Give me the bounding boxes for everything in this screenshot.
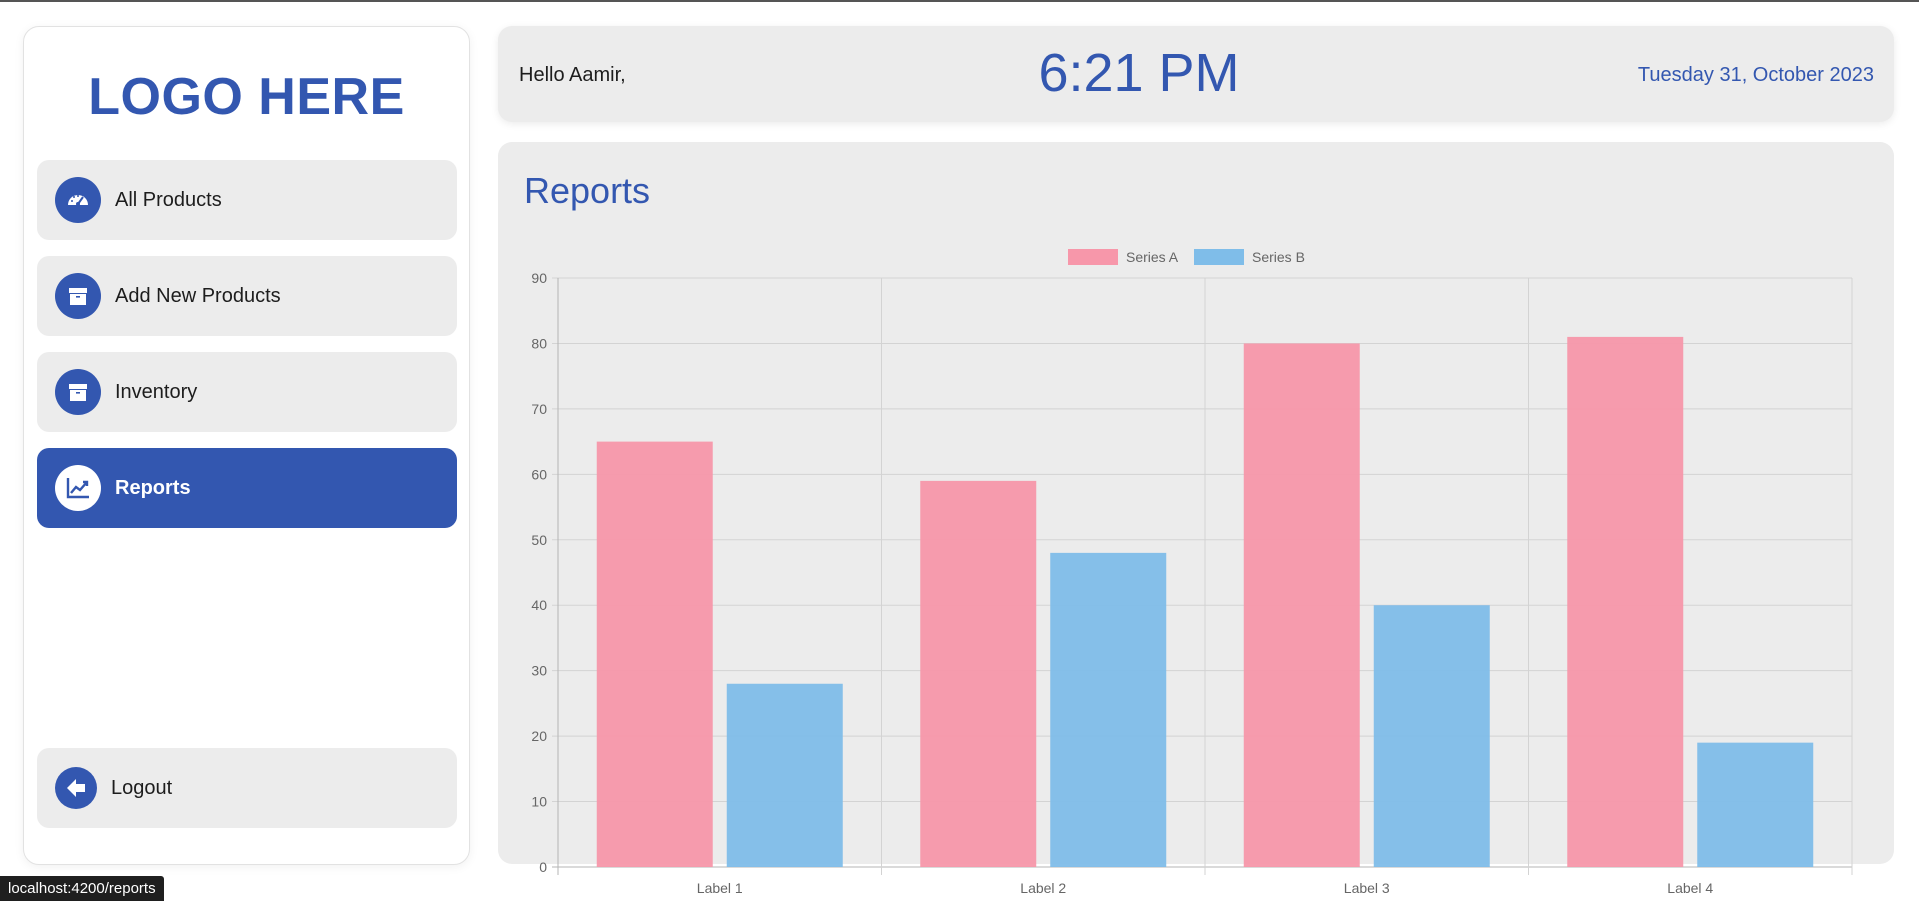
- chart-line-icon: [55, 465, 101, 511]
- legend-swatch: [1068, 249, 1118, 265]
- sidebar-item-label: All Products: [115, 188, 222, 211]
- arrow-left-icon: [55, 767, 97, 809]
- page-title: Reports: [524, 170, 651, 211]
- y-tick-label: 90: [531, 270, 547, 286]
- reports-bar-chart: 0 10 20 30 40 50 60 70 80 90 Label 1 Label 2 Label 3…: [531, 249, 1853, 896]
- x-tick-label: Label 2: [1020, 880, 1066, 896]
- sidebar-item-all-products[interactable]: All Products: [37, 160, 457, 240]
- status-bar-url: localhost:4200/reports: [0, 876, 164, 901]
- y-tick-label: 30: [531, 663, 547, 679]
- sidebar-item-label: Reports: [115, 476, 191, 499]
- window-top-border: [0, 0, 1919, 2]
- y-tick-label: 20: [531, 728, 547, 744]
- bar-series-b: [1373, 605, 1490, 867]
- x-tick-label: Label 3: [1344, 880, 1390, 896]
- legend-label: Series A: [1126, 249, 1179, 265]
- speedometer-icon: [55, 177, 101, 223]
- bar-series-a: [596, 441, 713, 867]
- y-tick-label: 10: [531, 794, 547, 810]
- logout-button[interactable]: Logout: [37, 748, 457, 828]
- legend-swatch: [1194, 249, 1244, 265]
- archive-box-icon: [55, 369, 101, 415]
- bar-series-b: [726, 683, 843, 867]
- sidebar: LOGO HERE All Products Add New Products: [23, 26, 470, 865]
- sidebar-item-inventory[interactable]: Inventory: [37, 352, 457, 432]
- legend-label: Series B: [1252, 249, 1305, 265]
- sidebar-item-add-new-products[interactable]: Add New Products: [37, 256, 457, 336]
- header-bar: Hello Aamir, 6:21 PM Tuesday 31, October…: [498, 26, 1894, 122]
- y-tick-label: 40: [531, 597, 547, 613]
- y-tick-label: 80: [531, 335, 547, 351]
- y-tick-label: 70: [531, 401, 547, 417]
- sidebar-item-label: Inventory: [115, 380, 198, 403]
- logout-label: Logout: [111, 776, 173, 799]
- bar-series-b: [1697, 742, 1814, 867]
- x-tick-label: Label 4: [1667, 880, 1713, 896]
- sidebar-item-reports[interactable]: Reports: [37, 448, 457, 528]
- y-tick-label: 50: [531, 532, 547, 548]
- bar-series-a: [920, 480, 1037, 867]
- clock: 6:21 PM: [1038, 43, 1240, 103]
- logo: LOGO HERE: [88, 68, 405, 126]
- x-tick-label: Label 1: [697, 880, 743, 896]
- y-tick-label: 0: [539, 859, 547, 875]
- sidebar-item-label: Add New Products: [115, 284, 281, 307]
- bar-series-a: [1567, 336, 1684, 867]
- archive-box-icon: [55, 273, 101, 319]
- bar-series-b: [1050, 552, 1167, 867]
- date-display: Tuesday 31, October 2023: [1637, 64, 1874, 86]
- y-tick-label: 60: [531, 466, 547, 482]
- bar-series-a: [1243, 343, 1360, 867]
